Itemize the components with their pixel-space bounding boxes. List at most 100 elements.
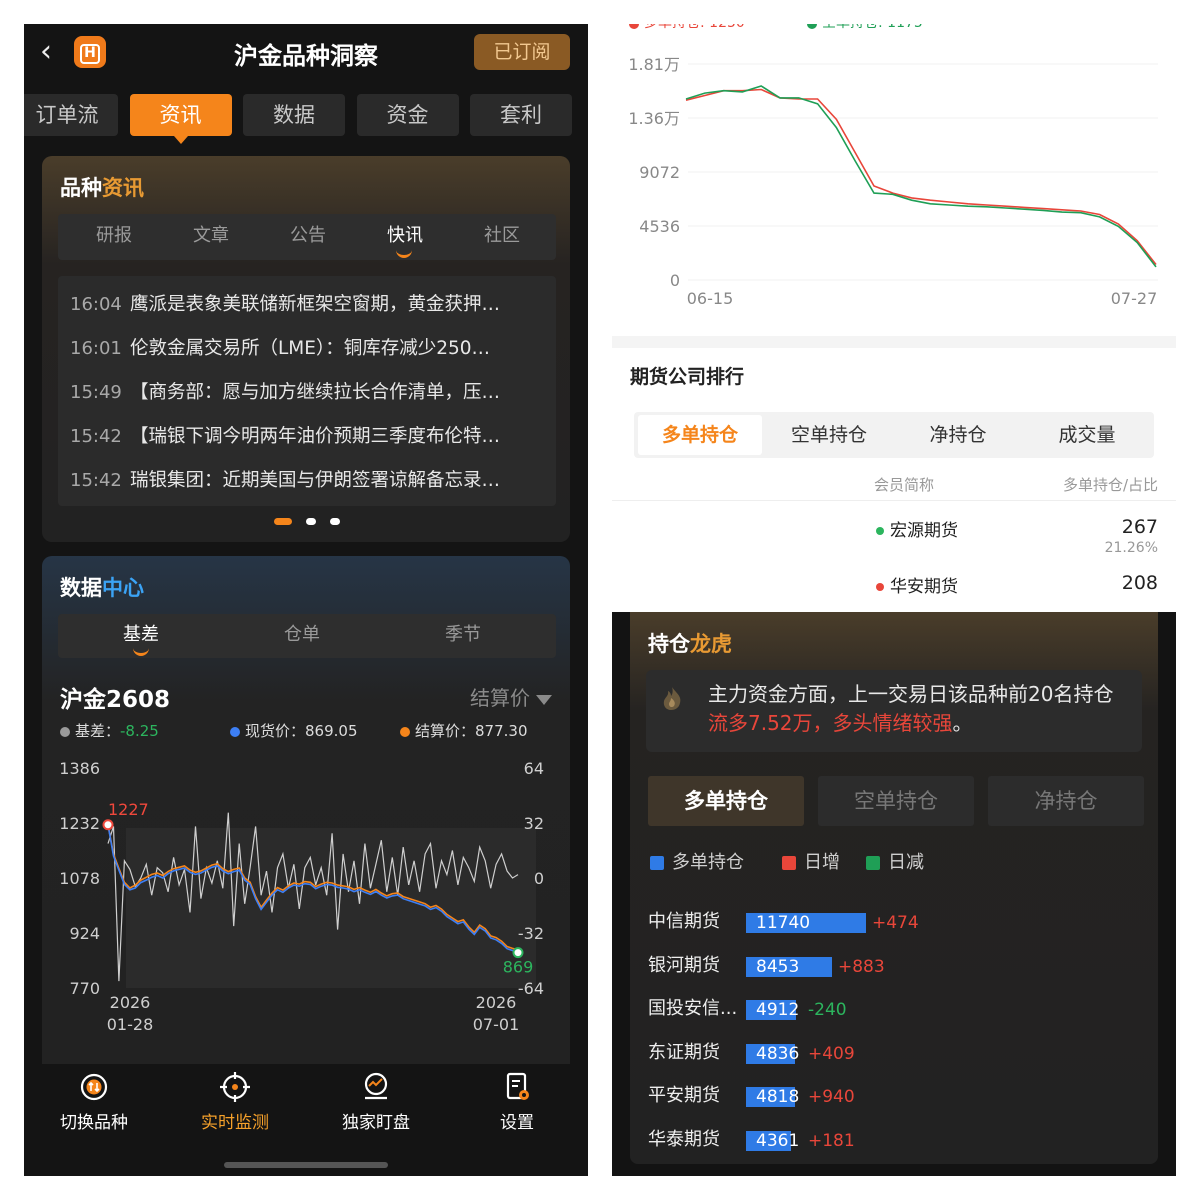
- position-value: 4361: [756, 1131, 800, 1151]
- nav-crosshair[interactable]: 实时监测: [165, 1070, 305, 1140]
- tab-0[interactable]: 订单流: [24, 94, 118, 136]
- legend-label-partial: 多单持仓: 1250: [644, 24, 745, 31]
- member-name: 平安期货: [648, 1085, 720, 1107]
- y-tick: 1.36万: [628, 109, 680, 128]
- x-tick: 01-28: [107, 1015, 154, 1034]
- dragon-tab-0[interactable]: 多单持仓: [648, 776, 804, 826]
- member-value: 208: [1121, 572, 1158, 594]
- nav-label: 切换品种: [60, 1113, 128, 1133]
- contract-name: 沪金2608: [60, 687, 171, 713]
- legend-dot: [230, 726, 240, 737]
- nav-monitor-eye[interactable]: 独家盯盘: [306, 1070, 446, 1140]
- member-name: 宏源期货: [876, 516, 958, 541]
- dragon-tiger-tabs: 多单持仓 空单持仓 净持仓: [648, 776, 1144, 828]
- tab-3[interactable]: 资金: [356, 94, 459, 136]
- tab-2[interactable]: 数据: [243, 94, 345, 136]
- x-tick: 2026: [476, 993, 517, 1012]
- news-time: 16:01: [70, 338, 122, 359]
- news-subtab-4[interactable]: 社区: [454, 214, 550, 260]
- news-subtab-0[interactable]: 研报: [66, 214, 162, 260]
- y-right-tick: -32: [518, 924, 544, 943]
- member-name: 国投安信...: [648, 998, 738, 1020]
- ranking-tab-3[interactable]: 成交量: [1025, 415, 1149, 455]
- dragon-tab-2[interactable]: 净持仓: [988, 776, 1144, 826]
- data-tab-1[interactable]: 仓单: [219, 614, 385, 658]
- switch-icon: [24, 1070, 164, 1104]
- y-left-tick: 1078: [59, 869, 100, 888]
- position-value: 4912: [756, 1000, 800, 1021]
- news-item[interactable]: 15:42 瑞银集团：近期美国与伊朗签署谅解备忘录…: [70, 466, 548, 496]
- legend-item: 基差：-8.25: [60, 720, 159, 741]
- dragon-row[interactable]: 中信期货 11740 +474: [648, 910, 1148, 940]
- ranking-tab-0[interactable]: 多单持仓: [638, 415, 762, 455]
- news-item[interactable]: 16:01 伦敦金属交易所（LME）：铜库存减少250…: [70, 334, 548, 364]
- legend-dot: [807, 24, 817, 29]
- position-trend-chart[interactable]: 多单持仓: 1250空单持仓: 11751.81万1.36万9072453600…: [612, 24, 1176, 334]
- dragon-row[interactable]: 平安期货 4818 +940: [648, 1084, 1148, 1114]
- nav-settings-doc[interactable]: 设置: [447, 1070, 587, 1140]
- data-tab-2[interactable]: 季节: [380, 614, 546, 658]
- news-item[interactable]: 16:04 鹰派是表象美联储新框架空窗期，黄金获押…: [70, 290, 548, 320]
- legend-dot: [400, 726, 410, 737]
- ranking-tab-2[interactable]: 净持仓: [896, 415, 1020, 455]
- x-tick: 2026: [110, 993, 151, 1012]
- member-name: 华安期货: [876, 572, 958, 597]
- ranking-row[interactable]: 宏源期货 267 21.26%: [612, 516, 1176, 566]
- y-tick: 0: [670, 271, 680, 290]
- dragon-tab-1[interactable]: 空单持仓: [818, 776, 974, 826]
- news-card-title: 品种资讯: [60, 176, 144, 200]
- y-right-tick: 0: [534, 869, 544, 888]
- pager-dot[interactable]: [274, 518, 292, 525]
- caret-down-icon: [536, 694, 552, 705]
- news-item[interactable]: 15:49 【商务部：愿与加方继续拉长合作清单，压…: [70, 378, 548, 408]
- data-center-title: 数据中心: [60, 576, 144, 600]
- news-list: 16:04 鹰派是表象美联储新框架空窗期，黄金获押… 16:01 伦敦金属交易所（LM…: [58, 276, 556, 506]
- x-tick: 06-15: [687, 289, 734, 308]
- dragon-row[interactable]: 国投安信... 4912 -240: [648, 997, 1148, 1027]
- y-left-tick: 1386: [59, 759, 100, 778]
- pager-dot[interactable]: [306, 518, 316, 525]
- main-tabs: 订单流 资讯 数据 资金 套利: [24, 94, 588, 144]
- news-item[interactable]: 15:42 【瑞银下调今明两年油价预期三季度布伦特…: [70, 422, 548, 452]
- tab-4[interactable]: 套利: [470, 94, 572, 136]
- position-delta: +940: [808, 1087, 855, 1108]
- tab-1[interactable]: 资讯: [129, 94, 232, 144]
- news-subtab-3[interactable]: 快讯: [357, 214, 453, 260]
- nav-label: 独家盯盘: [342, 1113, 410, 1133]
- dragon-row[interactable]: 银河期货 8453 +883: [648, 954, 1148, 984]
- summary-box: 主力资金方面，上一交易日该品种前20名持仓流多7.52万，多头情绪较强。: [646, 670, 1142, 752]
- dragon-tiger-title: 持仓龙虎: [648, 632, 732, 656]
- news-subtab-1[interactable]: 文章: [163, 214, 259, 260]
- news-headline: 【商务部：愿与加方继续拉长合作清单，压…: [130, 382, 501, 403]
- crosshair-icon: [165, 1070, 305, 1104]
- home-indicator: [224, 1162, 388, 1168]
- legend-item: 日增: [782, 848, 840, 874]
- back-button[interactable]: ‹: [40, 37, 64, 68]
- member-value: 267: [1121, 516, 1158, 538]
- dragon-row[interactable]: 东证期货 4836 +409: [648, 1041, 1148, 1071]
- ranking-row[interactable]: 华安期货 208: [612, 572, 1176, 600]
- ranking-tabs: 多单持仓 空单持仓 净持仓 成交量: [634, 412, 1154, 458]
- ranking-tab-1[interactable]: 空单持仓: [767, 415, 891, 455]
- position-value: 4836: [756, 1043, 800, 1064]
- flame-icon: [663, 687, 681, 710]
- subscribe-button[interactable]: 已订阅: [474, 34, 570, 70]
- basis-chart[interactable]: 13861232107892477064320-32-64202601-2820…: [42, 752, 570, 1082]
- legend-item: 日减: [866, 848, 924, 874]
- position-delta: -240: [808, 1000, 847, 1021]
- price-type-select[interactable]: 结算价: [470, 682, 552, 711]
- end-annotation: 869: [503, 958, 534, 977]
- dragon-tiger-panel: 持仓龙虎 主力资金方面，上一交易日该品种前20名持仓流多7.52万，多头情绪较强…: [612, 612, 1176, 1176]
- y-tick: 4536: [639, 217, 680, 236]
- nav-switch[interactable]: 切换品种: [24, 1070, 164, 1140]
- x-tick: 07-27: [1111, 289, 1158, 308]
- position-series-0: [685, 88, 1157, 265]
- app-header: ‹ H 沪金品种洞察 已订阅: [24, 24, 588, 82]
- x-tick: 07-01: [473, 1015, 520, 1034]
- news-subtab-2[interactable]: 公告: [260, 214, 356, 260]
- dragon-tiger-card: 持仓龙虎 主力资金方面，上一交易日该品种前20名持仓流多7.52万，多头情绪较强…: [630, 612, 1158, 1164]
- pager-dot[interactable]: [330, 518, 340, 525]
- member-name: 银河期货: [648, 954, 720, 976]
- dragon-row[interactable]: 华泰期货 4361 +181: [648, 1128, 1148, 1158]
- data-tab-0[interactable]: 基差: [58, 614, 224, 658]
